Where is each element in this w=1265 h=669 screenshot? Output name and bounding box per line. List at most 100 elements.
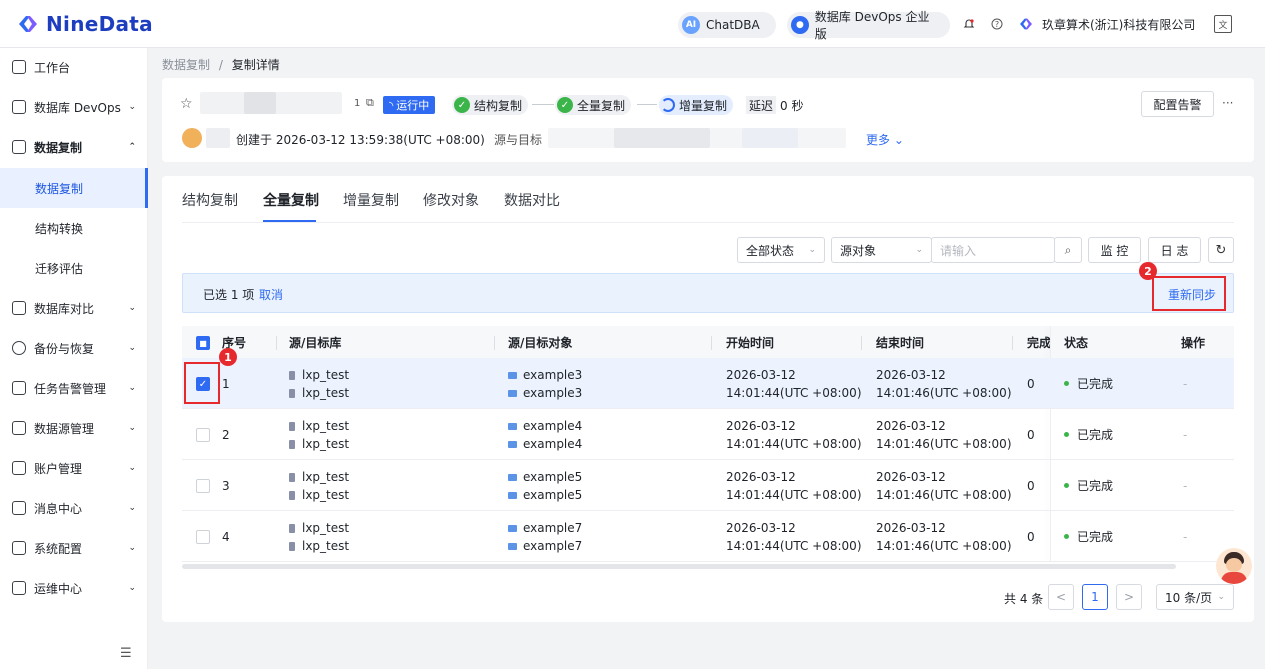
ai-icon: AI <box>682 16 700 34</box>
cancel-selection-link[interactable]: 取消 <box>259 286 283 303</box>
globe-icon: ● <box>791 16 809 34</box>
chevron-down-icon: ⌄ <box>128 102 136 112</box>
devops-edition-button[interactable]: ● 数据库 DevOps 企业版 <box>787 10 950 41</box>
brand-logo[interactable]: NineData <box>16 10 153 38</box>
status-badge: 已完成 <box>1064 477 1113 495</box>
page-size-select[interactable]: 10 条/页 ⌄ <box>1156 584 1234 610</box>
check-icon: ✓ <box>557 97 573 113</box>
ninedata-logo-icon <box>19 16 37 32</box>
compare-icon <box>12 301 26 315</box>
log-button[interactable]: 日 志 <box>1148 237 1201 263</box>
row-checkbox[interactable] <box>196 530 210 544</box>
next-page-button[interactable]: > <box>1116 584 1142 610</box>
select-all-checkbox[interactable]: ■ <box>196 336 210 350</box>
tab-schema[interactable]: 结构复制 <box>182 190 238 210</box>
sidebar-item-system-config[interactable]: 系统配置 ⌄ <box>0 528 148 568</box>
page-1-button[interactable]: 1 <box>1082 584 1108 610</box>
support-assistant-icon[interactable] <box>1216 548 1252 584</box>
home-icon <box>12 60 26 74</box>
object-type-select[interactable]: 源对象 ⌄ <box>831 237 932 263</box>
database-icon <box>289 440 295 449</box>
delay-value: 0 秒 <box>780 99 804 113</box>
chevron-down-icon: ⌄ <box>893 133 904 147</box>
copy-icon[interactable]: ⧉ <box>366 96 374 110</box>
tab-data-compare[interactable]: 数据对比 <box>504 190 560 210</box>
search-button[interactable]: ⌕ <box>1054 237 1082 263</box>
total-count: 共 4 条 <box>1004 592 1044 606</box>
check-icon: ✓ <box>454 97 470 113</box>
stage-full[interactable]: ✓ 全量复制 <box>555 95 632 115</box>
more-actions-icon[interactable]: ··· <box>1222 96 1233 110</box>
chevron-down-icon: ⌄ <box>915 245 923 255</box>
sidebar-item-ops[interactable]: 运维中心 ⌄ <box>0 568 148 608</box>
org-switcher[interactable]: 玖章算术(浙江)科技有限公司 <box>1018 15 1195 33</box>
sidebar-subitem-schema-convert[interactable]: 结构转换 <box>0 208 148 248</box>
table-icon <box>508 543 517 550</box>
chevron-down-icon: ⌄ <box>1217 592 1225 602</box>
devops-edition-label: 数据库 DevOps 企业版 <box>814 10 930 41</box>
table-icon <box>508 423 517 430</box>
col-status: 状态 <box>1064 335 1089 350</box>
horizontal-scrollbar[interactable] <box>182 564 1176 569</box>
row-checkbox[interactable] <box>196 479 210 493</box>
chevron-down-icon: ⌄ <box>128 463 136 473</box>
notification-bell-icon[interactable] <box>960 15 978 33</box>
refresh-button[interactable]: ↻ <box>1208 237 1234 263</box>
search-icon: ⌕ <box>1064 242 1072 257</box>
star-icon[interactable]: ☆ <box>180 96 193 112</box>
sidebar-subitem-migration-eval[interactable]: 迁移评估 <box>0 248 148 288</box>
collapse-sidebar-icon[interactable]: ☰ <box>120 646 132 661</box>
monitor-icon <box>12 100 26 114</box>
chevron-down-icon: ⌄ <box>128 583 136 593</box>
sidebar-subitem-replication[interactable]: 数据复制 <box>0 168 148 208</box>
spinner-icon: ◝ <box>389 98 394 112</box>
highlight-box-resync <box>1152 276 1226 311</box>
task-header-card <box>162 78 1254 162</box>
org-logo-icon <box>1020 18 1032 30</box>
stage-schema[interactable]: ✓ 结构复制 <box>452 95 529 115</box>
table-icon <box>508 525 517 532</box>
sidebar-item-task-alert[interactable]: 任务告警管理 ⌄ <box>0 368 148 408</box>
chevron-up-icon: ⌃ <box>128 142 136 152</box>
chevron-down-icon: ⌄ <box>128 303 136 313</box>
sidebar-item-messages[interactable]: 消息中心 ⌄ <box>0 488 148 528</box>
language-switch-icon[interactable]: 文 <box>1214 15 1232 33</box>
sidebar-item-datasource[interactable]: 数据源管理 ⌄ <box>0 408 148 448</box>
delay-label: 延迟 <box>746 96 777 114</box>
tab-modify-objects[interactable]: 修改对象 <box>423 190 479 210</box>
stage-incremental[interactable]: 增量复制 <box>659 95 734 115</box>
source-target-label: 源与目标 <box>494 133 543 147</box>
table-icon <box>508 492 517 499</box>
avatar <box>182 128 202 148</box>
sidebar-item-account[interactable]: 账户管理 ⌄ <box>0 448 148 488</box>
tab-full[interactable]: 全量复制 <box>263 190 319 210</box>
sidebar-item-devops[interactable]: 数据库 DevOps ⌄ <box>0 87 148 127</box>
col-done: 完成 <box>1027 335 1052 350</box>
tab-incremental[interactable]: 增量复制 <box>343 190 399 210</box>
refresh-icon: ↻ <box>1215 242 1227 258</box>
config-alert-button[interactable]: 配置告警 <box>1141 91 1214 117</box>
creator-redacted <box>206 128 230 148</box>
monitor-button[interactable]: 监 控 <box>1088 237 1141 263</box>
database-icon <box>289 491 295 500</box>
search-input[interactable]: 请输入 <box>931 237 1055 263</box>
sidebar-item-backup[interactable]: 备份与恢复 ⌄ <box>0 328 148 368</box>
col-object: 源/目标对象 <box>508 335 573 350</box>
sidebar-item-db-compare[interactable]: 数据库对比 ⌄ <box>0 288 148 328</box>
database-icon <box>289 542 295 551</box>
sidebar-item-replication[interactable]: 数据复制 ⌃ <box>0 127 148 167</box>
brand-name: NineData <box>46 12 153 36</box>
annotation-marker-2: 2 <box>1139 262 1157 280</box>
status-filter-select[interactable]: 全部状态 ⌄ <box>737 237 825 263</box>
mail-icon <box>12 501 26 515</box>
prev-page-button[interactable]: < <box>1048 584 1074 610</box>
cloud-icon <box>12 341 26 355</box>
row-checkbox[interactable] <box>196 428 210 442</box>
chatdba-label: ChatDBA <box>706 18 760 32</box>
chatdba-button[interactable]: AI ChatDBA <box>678 12 776 38</box>
sidebar-item-workbench[interactable]: 工作台 <box>0 47 148 87</box>
breadcrumb-parent[interactable]: 数据复制 <box>162 58 210 72</box>
help-icon[interactable]: ? <box>988 15 1006 33</box>
more-link[interactable]: 更多 ⌄ <box>866 131 904 148</box>
database-icon <box>289 371 295 380</box>
